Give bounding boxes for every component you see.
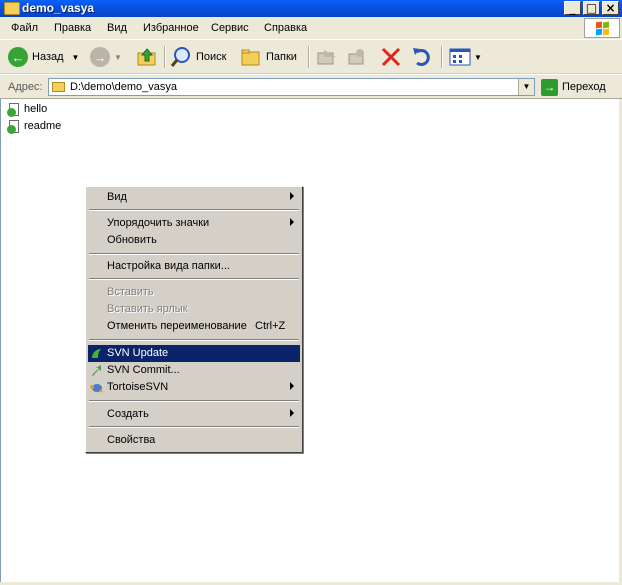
svn-file-icon [7, 119, 21, 134]
move-to-button[interactable] [316, 46, 338, 68]
title-bar: demo_vasya _ □ × [0, 0, 622, 17]
toolbar: ← Назад ▼ → ▼ Поиск Папки ▼ [0, 40, 622, 74]
menu-item-refresh[interactable]: Обновить [88, 232, 300, 249]
forward-button[interactable]: → ▼ [90, 46, 122, 68]
folders-label: Папки [266, 51, 297, 63]
search-button[interactable]: Поиск [170, 46, 226, 68]
folder-icon [4, 2, 20, 15]
menu-item-new[interactable]: Создать [88, 406, 300, 423]
back-button[interactable]: ← Назад ▼ [8, 46, 79, 68]
up-folder-button[interactable] [137, 46, 157, 68]
forward-arrow-icon: → [90, 47, 110, 67]
shortcut-label: Ctrl+Z [255, 320, 286, 332]
tortoise-icon [90, 384, 103, 393]
svn-commit-icon [92, 365, 101, 376]
menu-item-svn-update[interactable]: SVN Update [88, 345, 300, 362]
close-button[interactable]: × [602, 1, 619, 15]
go-button[interactable]: → Переход [541, 78, 606, 96]
address-bar: Адрес: D:\demo\demo_vasya ▼ → Переход [0, 75, 622, 99]
svn-update-icon [92, 349, 101, 358]
search-icon [170, 47, 190, 67]
menu-item-svn-commit[interactable]: SVN Commit... [88, 362, 300, 379]
copy-to-icon [348, 49, 364, 65]
views-button[interactable]: ▼ [449, 46, 482, 68]
undo-icon [413, 48, 430, 66]
copy-to-button[interactable] [346, 46, 368, 68]
file-item[interactable]: hello [7, 101, 47, 117]
minimize-button[interactable]: _ [564, 1, 581, 15]
menu-view[interactable]: Вид [107, 22, 127, 34]
views-dropdown-icon[interactable]: ▼ [474, 53, 482, 62]
views-icon [449, 48, 471, 66]
menu-separator [89, 426, 299, 428]
delete-icon [381, 47, 401, 67]
maximize-button[interactable]: □ [583, 1, 600, 15]
go-arrow-icon: → [541, 78, 558, 96]
folders-button[interactable]: Папки [240, 46, 297, 68]
address-label: Адрес: [8, 81, 43, 93]
menu-item-tortoisesvn[interactable]: TortoiseSVN [88, 379, 300, 396]
menu-item-paste: Вставить [107, 286, 154, 298]
menu-separator [89, 209, 299, 211]
menu-item-paste-shortcut: Вставить ярлык [107, 303, 188, 315]
search-label: Поиск [196, 51, 227, 63]
menu-separator [89, 278, 299, 280]
menu-favorites[interactable]: Избранное [143, 22, 199, 34]
menu-file[interactable]: Файл [11, 22, 38, 34]
submenu-arrow-icon [290, 409, 294, 417]
menu-edit[interactable]: Правка [54, 22, 91, 34]
folder-icon [52, 82, 65, 92]
menu-help[interactable]: Справка [264, 22, 307, 34]
address-input[interactable]: D:\demo\demo_vasya ▼ [48, 78, 535, 96]
back-label: Назад [32, 51, 64, 63]
folders-icon [241, 49, 260, 66]
window-controls: _ □ × [564, 1, 619, 15]
delete-button[interactable] [380, 46, 402, 68]
undo-button[interactable] [411, 46, 433, 68]
up-folder-icon [137, 48, 156, 66]
windows-logo-icon [584, 18, 620, 38]
context-menu: Вид Упорядочить значки Обновить Настройк… [85, 186, 303, 453]
submenu-arrow-icon [290, 192, 294, 200]
window-title: demo_vasya [22, 1, 95, 15]
menu-bar: Файл Правка Вид Избранное Сервис Справка [0, 17, 622, 40]
back-dropdown-icon[interactable]: ▼ [72, 53, 80, 62]
menu-item-properties[interactable]: Свойства [88, 432, 300, 449]
file-item[interactable]: readme [7, 118, 61, 134]
menu-item-arrange-icons[interactable]: Упорядочить значки [88, 215, 300, 232]
svn-file-icon [7, 102, 21, 117]
submenu-arrow-icon [290, 218, 294, 226]
back-arrow-icon: ← [8, 47, 28, 67]
menu-separator [89, 339, 299, 341]
menu-separator [89, 400, 299, 402]
menu-item-customize-folder[interactable]: Настройка вида папки... [88, 258, 300, 275]
menu-item-view[interactable]: Вид [88, 189, 300, 206]
menu-item-undo-rename[interactable]: Отменить переименование Ctrl+Z [88, 318, 300, 335]
file-name: readme [24, 120, 62, 132]
file-name: hello [24, 103, 48, 115]
go-label: Переход [562, 81, 606, 93]
address-value: D:\demo\demo_vasya [70, 81, 177, 93]
submenu-arrow-icon [290, 382, 294, 390]
menu-tools[interactable]: Сервис [211, 22, 249, 34]
address-dropdown-icon[interactable]: ▼ [518, 79, 534, 95]
move-to-icon [317, 50, 336, 65]
forward-dropdown-icon[interactable]: ▼ [114, 53, 122, 62]
menu-separator [89, 253, 299, 255]
